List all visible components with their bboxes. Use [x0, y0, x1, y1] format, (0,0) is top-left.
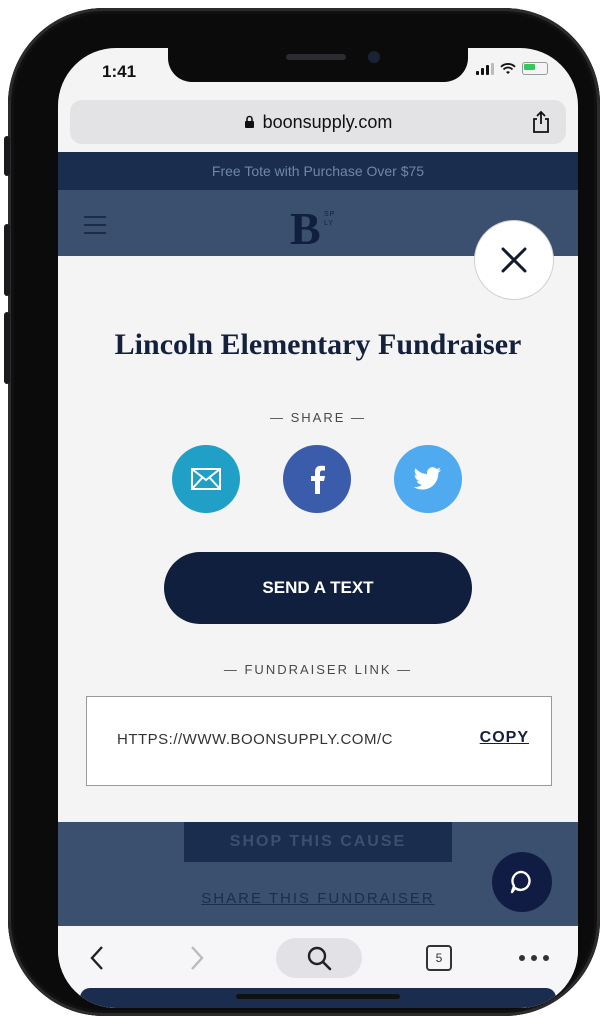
site-logo[interactable]: B [290, 206, 321, 252]
front-camera [368, 51, 380, 63]
share-label: — SHARE — [269, 410, 366, 425]
search-button[interactable] [276, 938, 362, 978]
twitter-share-button[interactable] [394, 445, 462, 513]
menu-icon[interactable] [84, 216, 106, 240]
forward-button[interactable] [182, 938, 212, 978]
more-button[interactable] [514, 938, 554, 978]
chevron-right-icon [191, 946, 204, 970]
fundraiser-link-label: — FUNDRAISER LINK — [223, 662, 413, 677]
chat-button[interactable] [492, 852, 552, 912]
fundraiser-link-field[interactable]: HTTPS://WWW.BOONSUPPLY.COM/C [117, 731, 407, 748]
signal-icon [476, 62, 494, 75]
send-text-button[interactable]: SEND A TEXT [164, 552, 472, 624]
back-button[interactable] [82, 938, 112, 978]
facebook-icon [311, 465, 325, 494]
lock-icon [244, 115, 254, 128]
screen: 1:41 boonsupply.com Free Tote with Purch… [58, 48, 578, 1008]
envelope-icon [191, 468, 221, 490]
phone-frame: 1:41 boonsupply.com Free Tote with Purch… [4, 8, 600, 1016]
browser-toolbar: 5 [58, 926, 578, 1008]
chevron-left-icon [90, 946, 103, 970]
logo-small-text: SP LY [324, 210, 335, 228]
ellipsis-icon [519, 955, 549, 961]
logo-small-bottom: LY [324, 220, 335, 227]
chat-icon [510, 870, 531, 894]
shop-this-cause-button[interactable]: SHOP THIS CAUSE [184, 822, 452, 862]
volume-down-button [4, 312, 10, 384]
volume-up-button [4, 224, 10, 296]
tab-count: 5 [426, 945, 452, 971]
promo-banner: Free Tote with Purchase Over $75 [58, 152, 578, 190]
notch [168, 48, 468, 82]
speaker [286, 54, 346, 60]
close-button[interactable] [474, 220, 554, 300]
share-modal: Lincoln Elementary Fundraiser — SHARE — [58, 256, 578, 822]
logo-small-top: SP [324, 211, 336, 218]
twitter-icon [413, 467, 442, 490]
search-icon [307, 946, 332, 971]
modal-title: Lincoln Elementary Fundraiser [114, 328, 522, 361]
facebook-share-button[interactable] [283, 445, 351, 513]
tabs-button[interactable]: 5 [424, 938, 454, 978]
silent-switch [4, 136, 10, 176]
copy-button[interactable]: COPY [480, 729, 529, 747]
url-text: boonsupply.com [262, 111, 393, 132]
battery-icon [522, 62, 548, 75]
home-indicator[interactable] [236, 994, 400, 999]
fundraiser-link-box: HTTPS://WWW.BOONSUPPLY.COM/C COPY [86, 696, 552, 786]
address-bar[interactable]: boonsupply.com [70, 100, 566, 144]
share-icon[interactable] [530, 110, 552, 134]
status-time: 1:41 [102, 62, 137, 81]
page-below-modal: SHOP THIS CAUSE SHARE THIS FUNDRAISER [58, 822, 578, 926]
close-icon [501, 247, 527, 273]
email-share-button[interactable] [172, 445, 240, 513]
wifi-icon [500, 62, 516, 74]
status-icons [476, 62, 548, 75]
